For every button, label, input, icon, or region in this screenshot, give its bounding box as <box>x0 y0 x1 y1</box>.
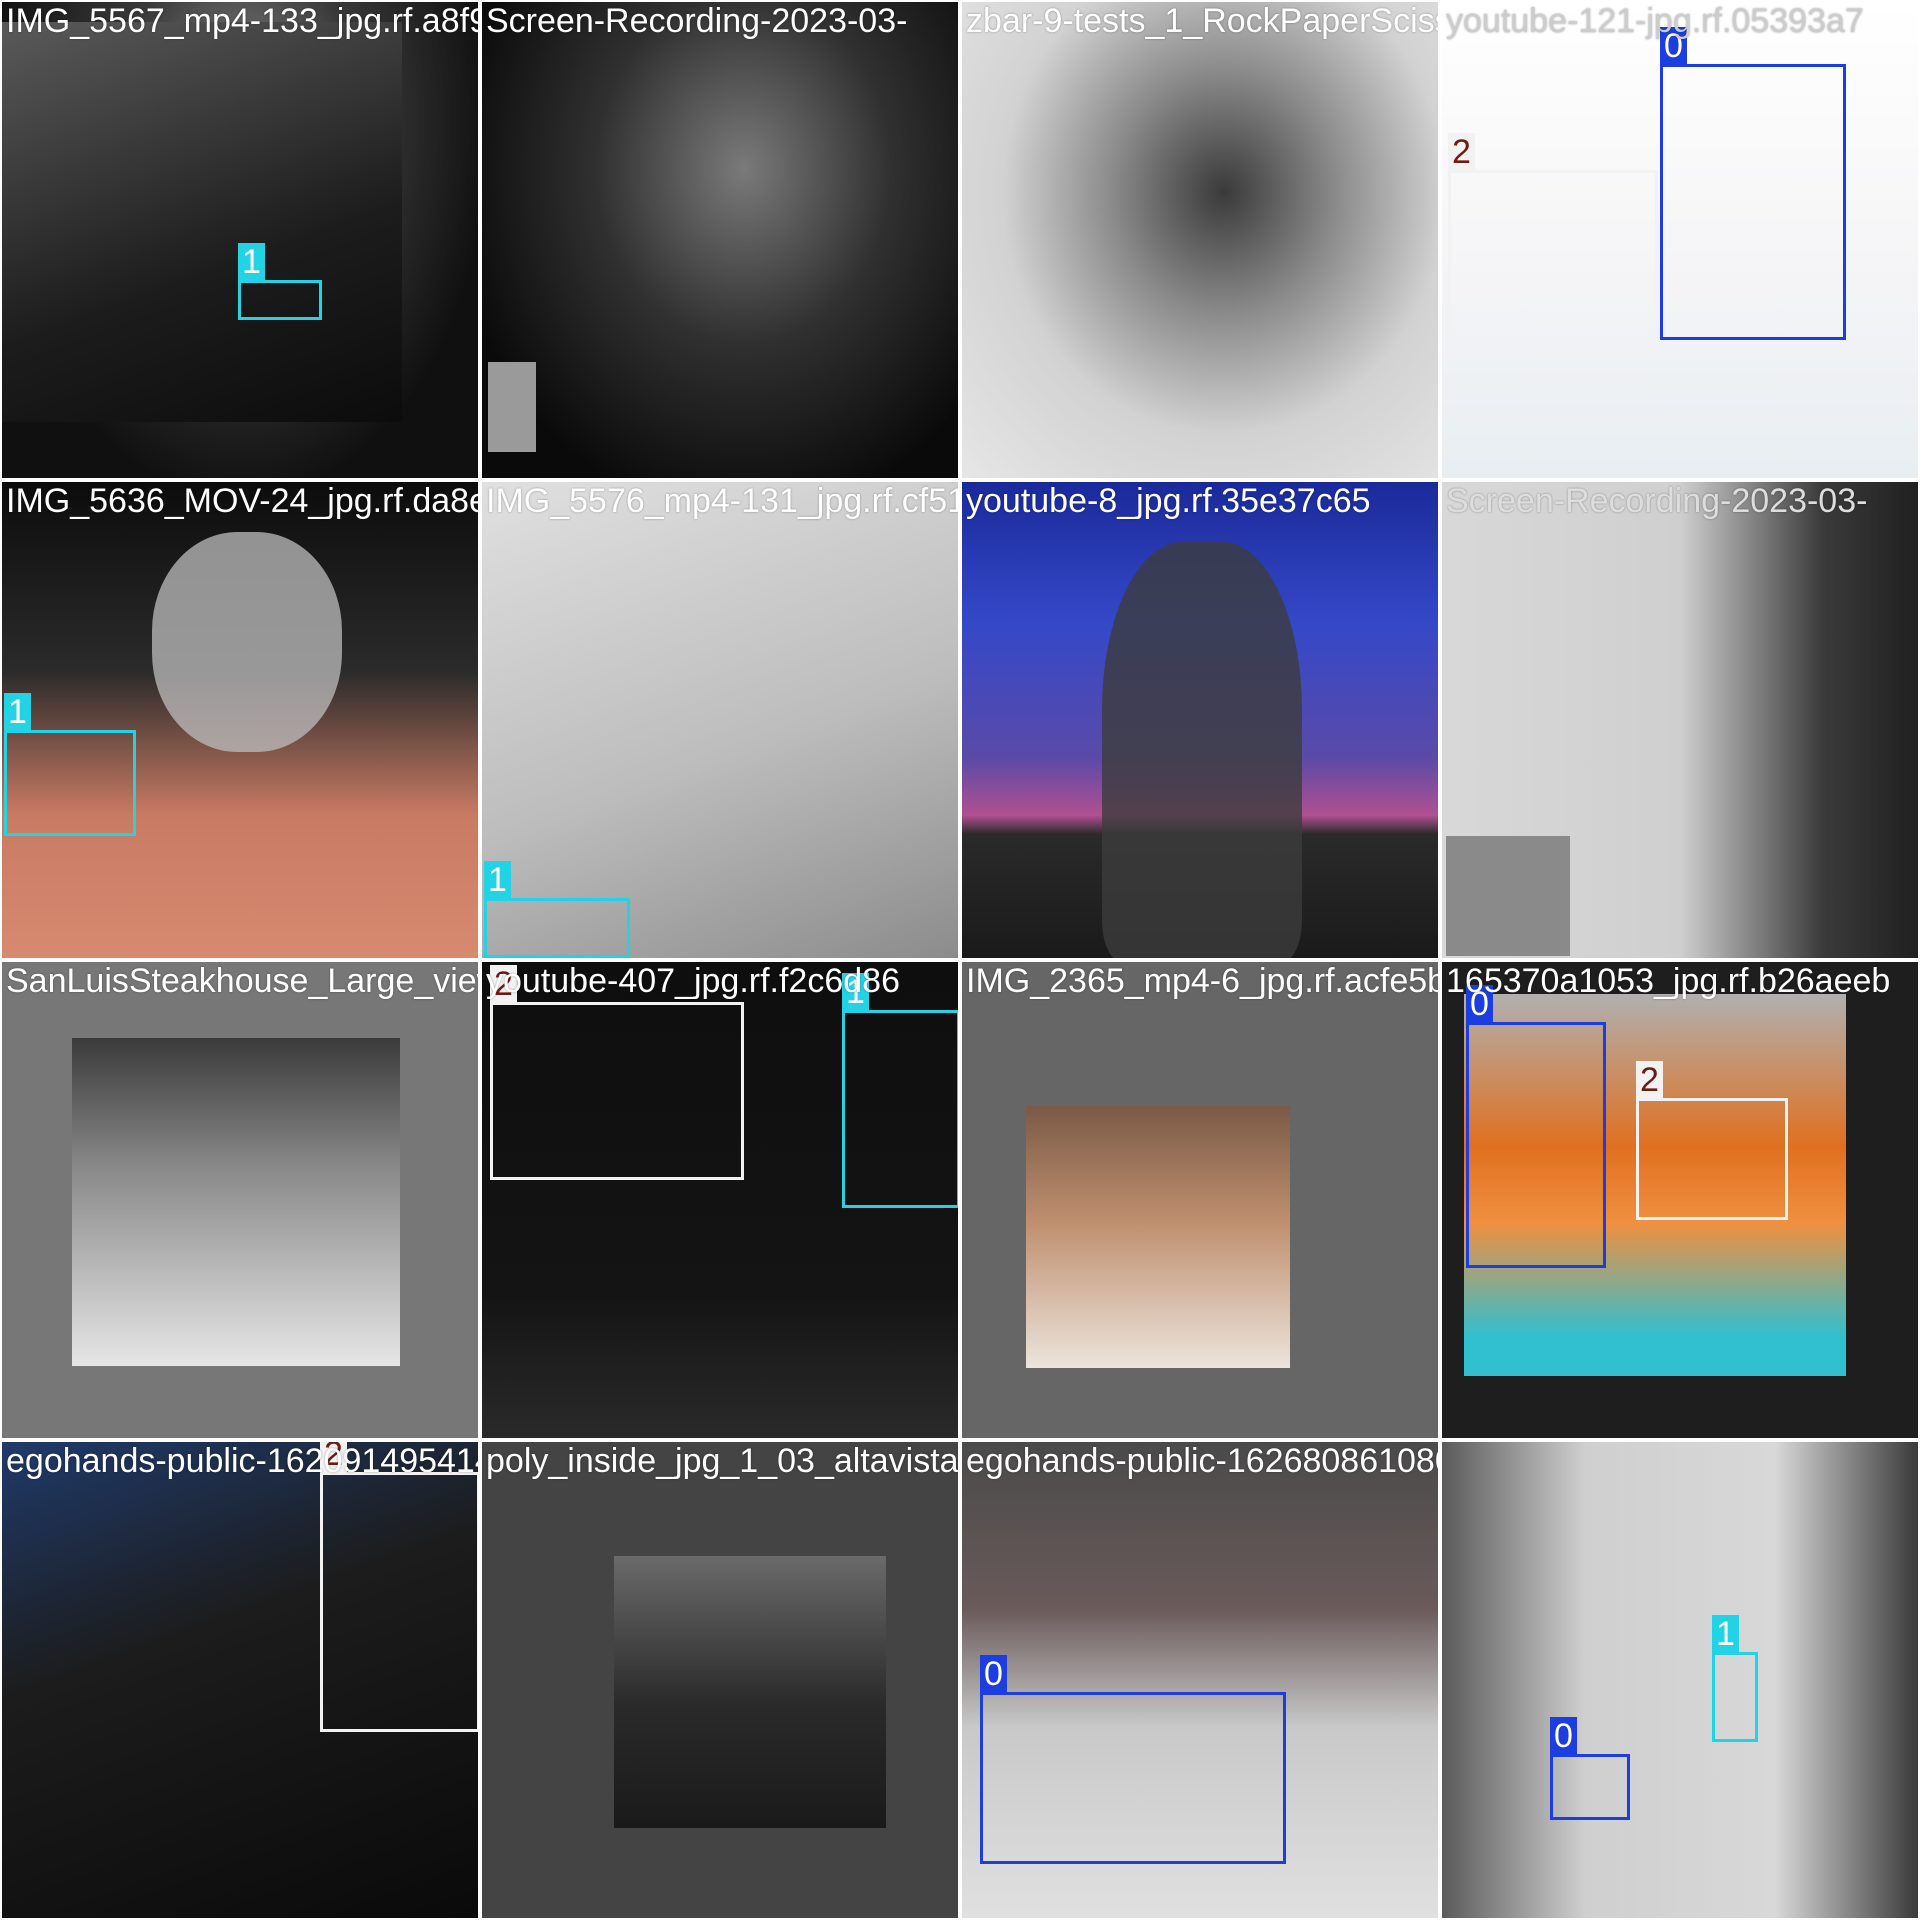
bounding-box: 1 <box>238 243 322 320</box>
tile-filename: IMG_5576_mp4-131_jpg.rf.cf5144c1 <box>486 482 960 520</box>
photo <box>1026 1106 1290 1368</box>
bounding-box: 0 <box>980 1655 1286 1864</box>
bounding-box: 1 <box>4 693 136 836</box>
tile-filename: IMG_5636_MOV-24_jpg.rf.da8e <box>6 482 480 520</box>
tile-filename: IMG_5567_mp4-133_jpg.rf.a8f964dfbe02fe7f <box>6 2 478 40</box>
tile-filename: 165370a1053_jpg.rf.b26aeeb <box>1446 962 1891 1000</box>
tile: 0 2 165370a1053_jpg.rf.b26aeeb <box>1440 960 1920 1440</box>
tile: poly_inside_jpg_1_03_altavista <box>480 1440 960 1920</box>
box-label: 1 <box>1712 1615 1739 1653</box>
box-label: 1 <box>238 243 265 281</box>
box-label: 0 <box>1550 1717 1577 1755</box>
box-label: 2 <box>1448 133 1475 171</box>
tile-filename: egohands-public-1620914954149_png <box>6 1442 478 1480</box>
tile: 2 egohands-public-1620914954149_png <box>0 1440 480 1920</box>
tile: Screen-Recording-2023-03- <box>480 0 960 480</box>
tile-filename: youtube-407_jpg.rf.f2c6d86 <box>486 962 900 1000</box>
tile: 0 2 youtube-121-jpg.rf.05393a7 <box>1440 0 1920 480</box>
bounding-box: 1 <box>842 973 958 1208</box>
box-label: 1 <box>484 861 511 899</box>
photo-inset <box>1446 836 1570 956</box>
tile: youtube-8_jpg.rf.35e37c65 <box>960 480 1440 960</box>
tile-filename: poly_inside_jpg_1_03_altavista <box>486 1442 959 1480</box>
tile-filename: Screen-Recording-2023-03- <box>1446 482 1868 520</box>
tile: Screen-Recording-2023-03- <box>1440 480 1920 960</box>
photo-face <box>152 532 342 752</box>
bounding-box: 1 <box>1712 1615 1758 1742</box>
bounding-box: 0 <box>1660 27 1846 340</box>
tile: 1 IMG_5567_mp4-133_jpg.rf.a8f964dfbe02fe… <box>0 0 480 480</box>
bounding-box: 0 <box>1550 1717 1630 1820</box>
image-mosaic: 1 IMG_5567_mp4-133_jpg.rf.a8f964dfbe02fe… <box>0 0 1920 1920</box>
tile-filename: Screen-Recording-2023-03- <box>486 2 908 40</box>
tile-filename: IMG_2365_mp4-6_jpg.rf.acfe5bdd779a <box>966 962 1438 1000</box>
tile: IMG_2365_mp4-6_jpg.rf.acfe5bdd779a <box>960 960 1440 1440</box>
bounding-box: 2 <box>1636 1061 1788 1220</box>
tile-filename: egohands-public-1626808610800_png.rf.07f… <box>966 1442 1438 1480</box>
tile-filename: SanLuisSteakhouse_Large_view_jpg <box>6 962 478 1000</box>
tile: zbar-9-tests_1_RockPaperScissors <box>960 0 1440 480</box>
tile: 0 egohands-public-1626808610800_png.rf.0… <box>960 1440 1440 1920</box>
tile: 1 IMG_5576_mp4-131_jpg.rf.cf5144c1 <box>480 480 960 960</box>
photo <box>2 22 402 422</box>
bounding-box: 2 <box>1448 133 1658 360</box>
tile: SanLuisSteakhouse_Large_view_jpg <box>0 960 480 1440</box>
box-label: 2 <box>1636 1061 1663 1099</box>
photo-inset <box>488 362 536 452</box>
tile-filename: youtube-8_jpg.rf.35e37c65 <box>966 482 1371 520</box>
bounding-box: 2 <box>320 1442 478 1732</box>
tile-filename: zbar-9-tests_1_RockPaperScissors <box>966 2 1438 40</box>
box-label: 1 <box>4 693 31 731</box>
tile: 1 0 <box>1440 1440 1920 1920</box>
tile: 2 1 youtube-407_jpg.rf.f2c6d86 <box>480 960 960 1440</box>
bounding-box: 1 <box>484 861 630 958</box>
bounding-box: 0 <box>1466 985 1606 1268</box>
photo <box>72 1038 400 1366</box>
box-label: 0 <box>980 1655 1007 1693</box>
tile-filename: youtube-121-jpg.rf.05393a7 <box>1446 2 1864 40</box>
bounding-box: 2 <box>490 965 744 1180</box>
tile: 1 IMG_5636_MOV-24_jpg.rf.da8e <box>0 480 480 960</box>
photo-person <box>1102 542 1302 958</box>
photo <box>614 1556 886 1828</box>
